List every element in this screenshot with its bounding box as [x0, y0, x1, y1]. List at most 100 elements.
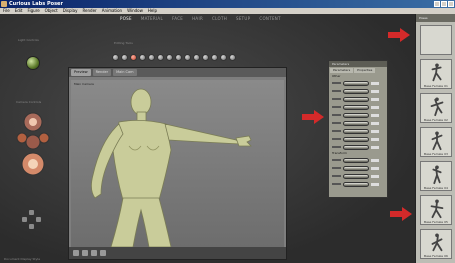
library-pose-item[interactable]: Base Female 05 [420, 195, 452, 225]
library-pose-item[interactable]: Base Female 04 [420, 161, 452, 191]
parameter-dial[interactable] [343, 80, 369, 86]
pose-thumbnail-icon [430, 199, 444, 219]
workspace: POSE MATERIAL FACE HAIR CLOTH SETUP CONTENT Li… [0, 14, 415, 263]
light-control-sphere[interactable] [26, 56, 40, 70]
parameter-dial[interactable] [343, 120, 369, 126]
parameter-value[interactable] [371, 174, 379, 178]
editing-tool-button[interactable] [175, 54, 182, 61]
parameter-name [332, 130, 341, 132]
parameter-dial[interactable] [343, 112, 369, 118]
parameter-value[interactable] [371, 121, 379, 125]
document-footer-controls[interactable] [69, 247, 286, 259]
camera-select-menu[interactable]: Main Cam [113, 69, 137, 76]
editing-tool-button[interactable] [193, 54, 200, 61]
parameter-row [329, 180, 387, 188]
room-tab-hair[interactable]: HAIR [192, 16, 203, 21]
editing-tool-button[interactable] [202, 54, 209, 61]
editing-tool-button[interactable] [139, 54, 146, 61]
parameter-dial[interactable] [343, 157, 369, 163]
parameter-dial[interactable] [343, 173, 369, 179]
parameter-row [329, 79, 387, 87]
close-button[interactable] [448, 1, 454, 7]
library-pose-item[interactable]: Base Female 06 [420, 229, 452, 259]
parameter-dial[interactable] [343, 88, 369, 94]
parameter-name [332, 167, 341, 169]
document-tab-preview[interactable]: Preview [71, 69, 91, 76]
room-tab-face[interactable]: FACE [172, 16, 183, 21]
parameter-dial[interactable] [343, 144, 369, 150]
parameter-value[interactable] [371, 89, 379, 93]
parameter-dial[interactable] [343, 96, 369, 102]
3d-viewport[interactable]: Main Camera [71, 80, 284, 247]
document-tab-render[interactable]: Render [92, 69, 112, 76]
parameter-dial[interactable] [343, 181, 369, 187]
editing-tool-button[interactable] [121, 54, 128, 61]
room-tab-cloth[interactable]: CLOTH [212, 16, 227, 21]
room-tab-material[interactable]: MATERIAL [141, 16, 163, 21]
parameter-dial[interactable] [343, 104, 369, 110]
parameter-row [329, 156, 387, 164]
parameter-row [329, 119, 387, 127]
pose-thumbnail-icon [431, 131, 443, 151]
library-pose-item[interactable]: Base Female 03 [420, 127, 452, 157]
female-figure[interactable] [71, 80, 284, 247]
document-window: Preview Render Main Cam Main Camera [68, 67, 287, 260]
pose-thumbnail-icon [431, 63, 442, 82]
parameter-value[interactable] [371, 158, 379, 162]
window-controls [434, 1, 454, 7]
editing-tool-button[interactable] [184, 54, 191, 61]
room-tab-content[interactable]: CONTENT [259, 16, 280, 21]
editing-tool-button[interactable] [220, 54, 227, 61]
parameter-value[interactable] [371, 105, 379, 109]
editing-tool-button[interactable] [229, 54, 236, 61]
parameter-value[interactable] [371, 182, 379, 186]
parameter-dials-small[interactable] [22, 210, 42, 230]
viewport-camera-label: Main Camera [74, 82, 94, 86]
library-title: Poses [416, 14, 455, 22]
parameter-value[interactable] [371, 129, 379, 133]
camera-controls[interactable] [16, 108, 50, 182]
parameter-row [329, 172, 387, 180]
library-item-label: Base Female 01 [424, 84, 448, 88]
library-pose-item[interactable]: Base Female 02 [420, 93, 452, 123]
parameter-value[interactable] [371, 81, 379, 85]
parameter-name [332, 146, 341, 148]
red-arrow-pointer-icon [302, 110, 324, 124]
parameter-name [332, 159, 341, 161]
parameter-row [329, 164, 387, 172]
parameter-row [329, 135, 387, 143]
parameter-dial[interactable] [343, 128, 369, 134]
library-pose-item[interactable] [420, 25, 452, 55]
light-controls-label: Light Controls [18, 38, 39, 42]
room-tab-setup[interactable]: SETUP [236, 16, 250, 21]
parameters-tab-properties[interactable]: Properties [354, 68, 376, 73]
library-item-label: Base Female 03 [424, 152, 448, 156]
parameter-dial[interactable] [343, 136, 369, 142]
parameter-name [332, 175, 341, 177]
editing-tool-button[interactable] [148, 54, 155, 61]
editing-tool-button[interactable] [112, 54, 119, 61]
editing-tool-button[interactable] [130, 54, 137, 61]
parameters-tabs: Parameters Properties [329, 67, 387, 74]
parameters-tab-parameters[interactable]: Parameters [330, 68, 354, 73]
parameter-value[interactable] [371, 166, 379, 170]
editing-tool-button[interactable] [166, 54, 173, 61]
editing-tool-button[interactable] [157, 54, 164, 61]
parameter-value[interactable] [371, 97, 379, 101]
parameter-value[interactable] [371, 137, 379, 141]
red-arrow-pointer-icon [388, 28, 410, 42]
maximize-button[interactable] [441, 1, 447, 7]
pose-thumbnail-icon [430, 97, 444, 117]
parameter-value[interactable] [371, 113, 379, 117]
window-title: Curious Labs Poser [9, 1, 63, 7]
library-pose-item[interactable]: Base Female 01 [420, 59, 452, 89]
editing-tool-button[interactable] [211, 54, 218, 61]
library-palette: Poses Base Female 01 Base Female 02 Base F… [415, 14, 455, 263]
parameters-palette: Parameters Parameters Properties Other Tra… [328, 60, 388, 198]
pose-thumbnail-icon [432, 165, 442, 185]
parameter-dial[interactable] [343, 165, 369, 171]
minimize-button[interactable] [434, 1, 440, 7]
parameter-value[interactable] [371, 145, 379, 149]
room-tab-pose[interactable]: POSE [120, 16, 132, 21]
parameter-name [332, 183, 341, 185]
